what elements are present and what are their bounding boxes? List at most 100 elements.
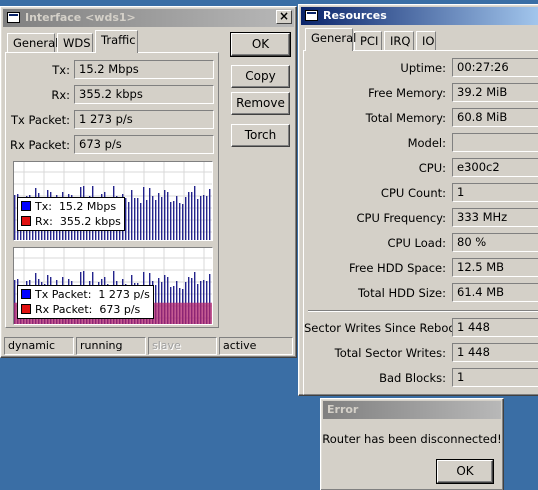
traffic-bar xyxy=(134,198,136,240)
rate-legend-rx: Rx: 355.2 kbps xyxy=(21,214,121,229)
tab-general[interactable]: General xyxy=(305,28,356,51)
cpu-count-field[interactable]: 1 xyxy=(452,183,538,202)
ok-button[interactable]: OK xyxy=(230,32,291,57)
rx-packet-label: Rx Packet: xyxy=(10,138,70,152)
status-slave: slave xyxy=(148,337,217,355)
cpu-frequency-field[interactable]: 333 MHz xyxy=(452,208,538,227)
error-message: Router has been disconnected! xyxy=(322,432,502,446)
sector-writes-reboot-label: Sector Writes Since Reboot: xyxy=(304,321,464,335)
error-dialog: Error Router has been disconnected! OK xyxy=(320,398,504,490)
traffic-bar xyxy=(161,197,163,240)
packet-graph: Tx Packet: 1 273 p/s Rx Packet: 673 p/s xyxy=(13,247,213,325)
tx-label: Tx: xyxy=(52,63,70,77)
traffic-bar xyxy=(146,200,148,240)
cpu-field[interactable]: e300c2 xyxy=(452,158,538,177)
free-memory-label: Free Memory: xyxy=(368,86,446,100)
error-ok-button[interactable]: OK xyxy=(436,459,494,484)
error-title: Error xyxy=(327,403,359,416)
interface-title: Interface <wds1> xyxy=(25,11,136,24)
traffic-bar xyxy=(14,195,16,240)
total-hdd-label: Total HDD Size: xyxy=(357,286,446,300)
total-hdd-field[interactable]: 61.4 MB xyxy=(452,283,538,302)
cpu-load-field[interactable]: 80 % xyxy=(452,233,538,252)
uptime-label: Uptime: xyxy=(400,61,446,75)
uptime-field[interactable]: 00:27:26 xyxy=(452,58,538,77)
tx-packet-field[interactable]: 1 273 p/s xyxy=(74,110,214,129)
total-sector-writes-field[interactable]: 1 448 xyxy=(452,343,538,362)
rx-label: Rx: xyxy=(51,88,70,102)
bad-blocks-label: Bad Blocks: xyxy=(379,371,446,385)
section-divider xyxy=(308,310,538,312)
copy-button[interactable]: Copy xyxy=(231,65,290,88)
traffic-bar xyxy=(176,196,178,240)
traffic-bar xyxy=(140,203,142,240)
total-sector-writes-label: Total Sector Writes: xyxy=(334,346,446,360)
tab-general[interactable]: General xyxy=(7,33,58,53)
cpu-load-label: CPU Load: xyxy=(387,236,447,250)
model-field[interactable] xyxy=(452,133,538,152)
resources-title: Resources xyxy=(323,9,387,22)
traffic-bar xyxy=(182,204,184,240)
tab-pci[interactable]: PCI xyxy=(354,31,382,51)
window-icon xyxy=(7,12,20,23)
free-hdd-field[interactable]: 12.5 MB xyxy=(452,258,538,277)
torch-button[interactable]: Torch xyxy=(231,124,290,147)
traffic-bar xyxy=(170,202,172,240)
free-memory-field[interactable]: 39.2 MiB xyxy=(452,83,538,102)
bad-blocks-field[interactable]: 1 xyxy=(452,368,538,387)
sector-writes-reboot-field[interactable]: 1 448 xyxy=(452,318,538,337)
traffic-bar xyxy=(188,192,190,240)
traffic-bar xyxy=(179,203,181,240)
traffic-bar xyxy=(167,192,169,240)
rate-graph: Tx: 15.2 Mbps Rx: 355.2 kbps xyxy=(13,161,213,241)
interface-window: Interface <wds1> General WDS Traffic Tx:… xyxy=(0,6,297,358)
resources-window: Resources General PCI IRQ IO Uptime: 00:… xyxy=(298,4,538,396)
resources-panel: Uptime: 00:27:26 Free Memory: 39.2 MiB T… xyxy=(303,50,538,395)
rate-legend: Tx: 15.2 Mbps Rx: 355.2 kbps xyxy=(17,197,125,231)
traffic-bar xyxy=(164,190,166,240)
rx-packet-field[interactable]: 673 p/s xyxy=(74,135,214,154)
traffic-bar xyxy=(137,198,139,240)
tab-wds[interactable]: WDS xyxy=(57,33,93,53)
interface-title-bar[interactable]: Interface <wds1> xyxy=(3,9,294,27)
rate-legend-tx: Tx: 15.2 Mbps xyxy=(21,199,121,214)
error-title-bar[interactable]: Error xyxy=(323,401,501,419)
traffic-bar xyxy=(206,196,208,240)
traffic-bar xyxy=(203,195,205,240)
status-running: running xyxy=(76,337,146,355)
traffic-bar xyxy=(200,196,202,240)
traffic-bar xyxy=(155,200,157,240)
cpu-label: CPU: xyxy=(418,161,446,175)
traffic-bar xyxy=(152,196,154,240)
tx-packet-color-swatch xyxy=(21,289,31,299)
traffic-bar xyxy=(143,187,145,240)
rx-field[interactable]: 355.2 kbps xyxy=(74,85,214,104)
traffic-bar xyxy=(158,193,160,240)
traffic-bar xyxy=(194,186,196,240)
traffic-panel: Tx: 15.2 Mbps Rx: 355.2 kbps Tx Packet: … xyxy=(5,52,219,328)
packet-legend-tx: Tx Packet: 1 273 p/s xyxy=(21,287,150,302)
interface-close-button[interactable]: × xyxy=(276,10,292,24)
cpu-count-label: CPU Count: xyxy=(380,186,446,200)
window-icon xyxy=(305,10,318,21)
traffic-bar xyxy=(185,197,187,240)
remove-button[interactable]: Remove xyxy=(231,92,290,115)
packet-legend: Tx Packet: 1 273 p/s Rx Packet: 673 p/s xyxy=(17,285,154,319)
tx-field[interactable]: 15.2 Mbps xyxy=(74,60,214,79)
traffic-bar xyxy=(191,192,193,240)
total-memory-field[interactable]: 60.8 MiB xyxy=(452,108,538,127)
status-active: active xyxy=(219,337,293,355)
tab-irq[interactable]: IRQ xyxy=(384,31,414,51)
traffic-bar xyxy=(131,190,133,240)
status-dynamic: dynamic xyxy=(4,337,74,355)
cpu-frequency-label: CPU Frequency: xyxy=(356,211,446,225)
tab-traffic[interactable]: Traffic xyxy=(95,30,138,53)
tx-packet-label: Tx Packet: xyxy=(11,113,70,127)
resources-title-bar[interactable]: Resources xyxy=(301,7,538,25)
traffic-bar xyxy=(197,199,199,240)
total-memory-label: Total Memory: xyxy=(365,111,446,125)
rx-color-swatch xyxy=(21,216,31,226)
tab-io[interactable]: IO xyxy=(416,31,436,51)
traffic-bar xyxy=(149,188,151,240)
tx-color-swatch xyxy=(21,201,31,211)
